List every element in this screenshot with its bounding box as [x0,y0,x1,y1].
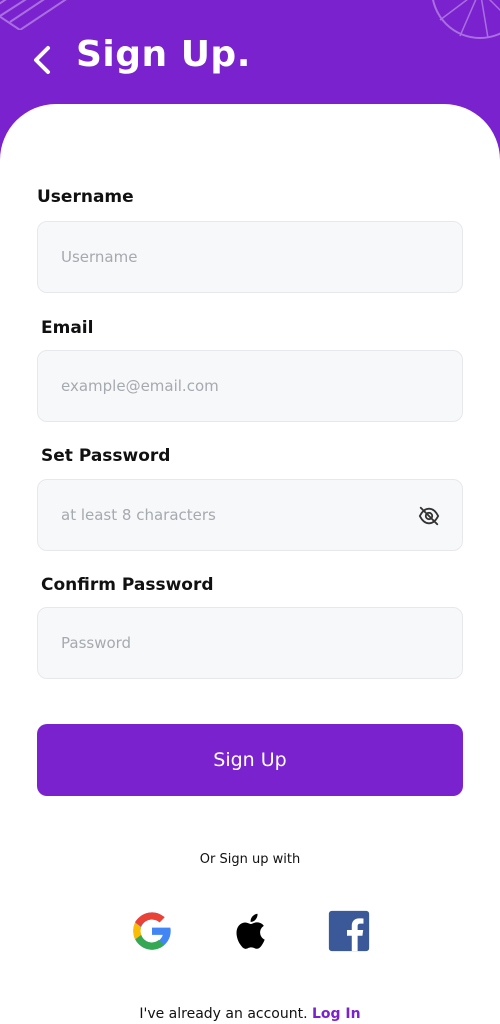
confirm-password-input[interactable] [38,608,462,678]
google-icon[interactable] [129,908,175,954]
confirm-password-label: Confirm Password [41,575,214,595]
login-prompt: I've already an account. Log In [0,1006,500,1022]
email-label: Email [41,318,94,338]
username-field-container [37,221,463,293]
chevron-left-icon [34,46,50,74]
email-field-container [37,350,463,422]
social-signup-prompt: Or Sign up with [199,852,301,867]
signup-button[interactable]: Sign Up [37,724,463,796]
facebook-icon[interactable] [326,908,372,954]
username-input[interactable] [38,222,462,292]
login-link[interactable]: Log In [312,1006,361,1022]
decorative-pattern-icon [0,0,67,30]
signup-form-card: Username Email Set Password Confirm Pass… [0,104,500,1024]
page-title: Sign Up. [76,34,251,75]
username-label: Username [37,187,134,207]
email-input[interactable] [38,351,462,421]
apple-icon[interactable] [228,908,274,954]
login-prompt-text: I've already an account. [139,1006,308,1022]
confirm-password-field-container [37,607,463,679]
eye-off-icon[interactable] [418,505,440,527]
password-label: Set Password [41,446,171,466]
back-button[interactable] [24,40,60,80]
password-input[interactable] [38,480,462,550]
decorative-orange-slice-icon [432,0,500,39]
password-field-container [37,479,463,551]
